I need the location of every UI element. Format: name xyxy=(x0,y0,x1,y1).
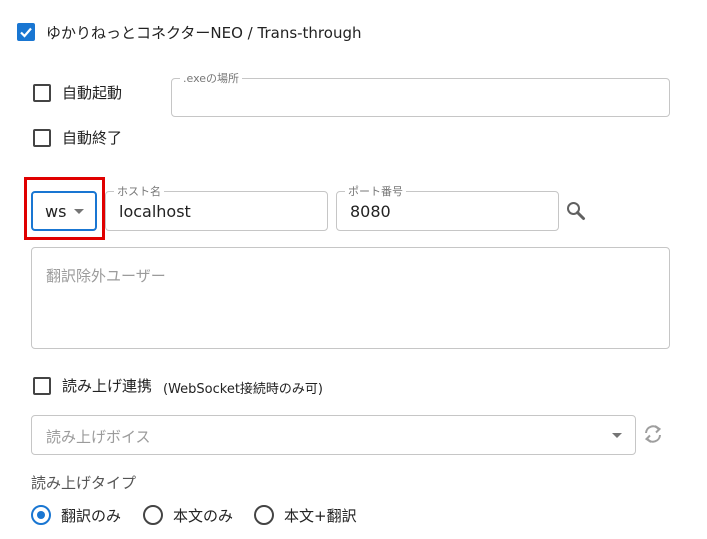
chevron-down-icon xyxy=(612,433,622,438)
radio-translation-only[interactable] xyxy=(31,505,51,525)
enable-checkbox[interactable] xyxy=(17,23,35,41)
exclude-users-textarea[interactable]: 翻訳除外ユーザー xyxy=(31,247,670,349)
protocol-select[interactable]: ws xyxy=(31,191,97,231)
enable-label: ゆかりねっとコネクターNEO / Trans-through xyxy=(46,24,362,42)
voice-placeholder: 読み上げボイス xyxy=(46,428,151,446)
read-aloud-note: (WebSocket接続時のみ可) xyxy=(163,382,323,397)
search-icon[interactable] xyxy=(565,200,587,222)
exe-path-field[interactable] xyxy=(171,78,670,117)
check-icon xyxy=(20,27,32,38)
chevron-down-icon xyxy=(74,209,84,214)
radio-text-and-translation-label: 本文+翻訳 xyxy=(284,507,357,525)
read-aloud-label: 読み上げ連携 xyxy=(62,377,153,395)
auto-exit-checkbox[interactable] xyxy=(33,129,51,147)
voice-select[interactable]: 読み上げボイス xyxy=(31,415,636,455)
read-type-heading: 読み上げタイプ xyxy=(31,474,137,492)
auto-start-label: 自動起動 xyxy=(62,84,123,102)
protocol-value: ws xyxy=(45,202,67,221)
exclude-users-placeholder: 翻訳除外ユーザー xyxy=(46,267,166,285)
radio-translation-only-label: 翻訳のみ xyxy=(61,507,122,525)
radio-text-and-translation[interactable] xyxy=(254,505,274,525)
read-aloud-checkbox[interactable] xyxy=(33,377,51,395)
auto-start-checkbox[interactable] xyxy=(33,84,51,102)
host-value: localhost xyxy=(119,202,191,221)
exe-path-legend: .exeの場所 xyxy=(180,70,243,86)
auto-exit-label: 自動終了 xyxy=(62,129,123,147)
port-value: 8080 xyxy=(350,202,391,221)
port-legend: ポート番号 xyxy=(345,183,406,199)
radio-text-only-label: 本文のみ xyxy=(173,507,234,525)
host-legend: ホスト名 xyxy=(114,183,164,199)
radio-text-only[interactable] xyxy=(143,505,163,525)
refresh-icon[interactable] xyxy=(642,423,664,445)
